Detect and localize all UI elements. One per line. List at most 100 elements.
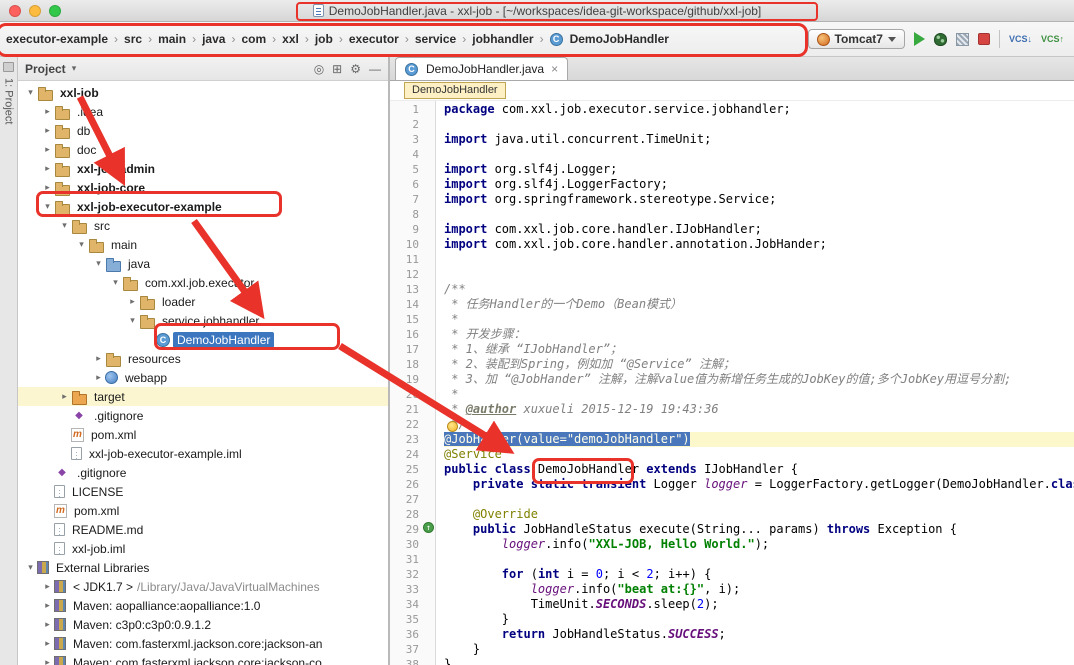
breadcrumb-item-jobhandler[interactable]: jobhandler: [468, 29, 537, 49]
code-editor[interactable]: 1234567891011121314151617181920212223242…: [390, 101, 1074, 665]
expand-arrow-icon[interactable]: ▸: [41, 581, 54, 592]
stop-button[interactable]: [978, 33, 990, 45]
tree-item-com-xxl-job-executor[interactable]: ▾com.xxl.job.executor: [18, 273, 388, 292]
coverage-button[interactable]: [956, 33, 969, 46]
tree-item-license[interactable]: LICENSE: [18, 482, 388, 501]
breadcrumb-item-service[interactable]: service: [411, 29, 460, 49]
folder-icon: [54, 162, 70, 176]
tree-item-java[interactable]: ▾java: [18, 254, 388, 273]
breadcrumb-class-chip[interactable]: DemoJobHandler: [404, 82, 506, 99]
hide-panel-icon[interactable]: —: [369, 63, 381, 75]
intention-bulb-icon[interactable]: [447, 421, 458, 432]
breadcrumb-item-demojobhandler[interactable]: CDemoJobHandler: [546, 29, 673, 49]
vcs-commit-button[interactable]: VCS↑: [1041, 34, 1064, 44]
breadcrumb-item-xxl[interactable]: xxl: [278, 29, 303, 49]
tree-item-label: .gitignore: [73, 465, 130, 481]
tree-item-external-libraries[interactable]: ▾External Libraries: [18, 558, 388, 577]
line-number: 1: [390, 102, 419, 117]
tree-item-loader[interactable]: ▸loader: [18, 292, 388, 311]
expand-arrow-icon[interactable]: ▸: [92, 353, 105, 364]
tree-item-label: webapp: [121, 370, 171, 386]
tree-item-xxl-job-admin[interactable]: ▸xxl-job-admin: [18, 159, 388, 178]
override-method-icon[interactable]: ↑: [423, 522, 434, 533]
collapse-arrow-icon[interactable]: ▾: [109, 277, 122, 288]
expand-arrow-icon[interactable]: ▸: [126, 296, 139, 307]
expand-arrow-icon[interactable]: ▸: [92, 372, 105, 383]
expand-arrow-icon[interactable]: ▸: [41, 619, 54, 630]
expand-arrow-icon[interactable]: ▸: [41, 163, 54, 174]
line-number: 27: [390, 492, 419, 507]
tree-item-resources[interactable]: ▸resources: [18, 349, 388, 368]
collapse-arrow-icon[interactable]: ▾: [58, 220, 71, 231]
zoom-button[interactable]: [49, 5, 61, 17]
expand-arrow-icon[interactable]: ▸: [41, 657, 54, 665]
tree-item-path: /Library/Java/JavaVirtualMachines: [137, 580, 320, 594]
expand-arrow-icon[interactable]: ▸: [41, 125, 54, 136]
tree-item-xxl-job-iml[interactable]: xxl-job.iml: [18, 539, 388, 558]
tree-item-maven-c3p0-c3p0-0-9-1-2[interactable]: ▸Maven: c3p0:c3p0:0.9.1.2: [18, 615, 388, 634]
expand-arrow-icon[interactable]: ▸: [41, 600, 54, 611]
tree-item-main[interactable]: ▾main: [18, 235, 388, 254]
vcs-update-button[interactable]: VCS↓: [1009, 34, 1032, 44]
tree-item-target[interactable]: ▸target: [18, 387, 388, 406]
tool-window-icon[interactable]: [3, 62, 14, 72]
tree-item-pom-xml[interactable]: mpom.xml: [18, 501, 388, 520]
chevron-down-icon[interactable]: ▾: [72, 63, 77, 74]
tree-item-xxl-job-executor-example[interactable]: ▾xxl-job-executor-example: [18, 197, 388, 216]
tree-item-doc[interactable]: ▸doc: [18, 140, 388, 159]
panel-title: Project: [25, 62, 66, 76]
tree-item-maven-aopalliance-aopalliance-1-0[interactable]: ▸Maven: aopalliance:aopalliance:1.0: [18, 596, 388, 615]
breadcrumb-item-java[interactable]: java: [198, 29, 229, 49]
tree-item-service-jobhandler[interactable]: ▾service.jobhandler: [18, 311, 388, 330]
collapse-arrow-icon[interactable]: ▾: [126, 315, 139, 326]
tree-item-gitignore[interactable]: ◆.gitignore: [18, 406, 388, 425]
tree-item-readme-md[interactable]: README.md: [18, 520, 388, 539]
expand-arrow-icon[interactable]: ▸: [41, 106, 54, 117]
tree-item-jdk1-7[interactable]: ▸< JDK1.7 > /Library/Java/JavaVirtualMac…: [18, 577, 388, 596]
tree-item-maven-com-fasterxml-jackson-core-jackson-co[interactable]: ▸Maven: com.fasterxml.jackson.core:jacks…: [18, 653, 388, 665]
tree-item-xxl-job[interactable]: ▾xxl-job: [18, 83, 388, 102]
debug-button[interactable]: [934, 33, 947, 46]
tree-item-maven-com-fasterxml-jackson-core-jackson-an[interactable]: ▸Maven: com.fasterxml.jackson.core:jacks…: [18, 634, 388, 653]
expand-arrow-icon[interactable]: ▸: [58, 391, 71, 402]
lib-icon: [54, 580, 66, 593]
run-configuration-selector[interactable]: Tomcat7: [808, 29, 905, 49]
run-button[interactable]: [914, 32, 925, 46]
expand-arrow-icon[interactable]: ▸: [41, 144, 54, 155]
project-tool-window-button[interactable]: 1: Project: [3, 78, 15, 124]
breadcrumb-item-src[interactable]: src: [120, 29, 146, 49]
tree-item-demojobhandler[interactable]: CDemoJobHandler: [18, 330, 388, 349]
tree-item-src[interactable]: ▾src: [18, 216, 388, 235]
maven-icon: m: [54, 504, 67, 518]
breadcrumb-item-executor-example[interactable]: executor-example: [2, 29, 112, 49]
collapse-all-icon[interactable]: ⊞: [332, 63, 342, 75]
breadcrumb-item-job[interactable]: job: [311, 29, 337, 49]
expand-arrow-icon[interactable]: ▸: [41, 638, 54, 649]
locate-icon[interactable]: ◎: [314, 63, 324, 75]
close-button[interactable]: [9, 5, 21, 17]
collapse-arrow-icon[interactable]: ▾: [41, 201, 54, 212]
breadcrumb-item-executor[interactable]: executor: [345, 29, 403, 49]
tree-item-pom-xml[interactable]: mpom.xml: [18, 425, 388, 444]
minimize-button[interactable]: [29, 5, 41, 17]
breadcrumb-item-com[interactable]: com: [237, 29, 270, 49]
gear-icon[interactable]: ⚙: [350, 63, 361, 75]
collapse-arrow-icon[interactable]: ▾: [75, 239, 88, 250]
collapse-arrow-icon[interactable]: ▾: [24, 87, 37, 98]
tree-item-label: xxl-job.iml: [68, 541, 129, 557]
collapse-arrow-icon[interactable]: ▾: [24, 562, 37, 573]
tree-item-idea[interactable]: ▸.idea: [18, 102, 388, 121]
close-tab-icon[interactable]: ×: [551, 62, 558, 76]
tab-demojobhandler[interactable]: C DemoJobHandler.java ×: [395, 57, 568, 80]
tree-item-webapp[interactable]: ▸ webapp: [18, 368, 388, 387]
line-number: 14: [390, 297, 419, 312]
window-controls: [9, 5, 61, 17]
expand-arrow-icon[interactable]: ▸: [41, 182, 54, 193]
tree-item-gitignore[interactable]: ◆.gitignore: [18, 463, 388, 482]
tree-item-xxl-job-executor-example-iml[interactable]: xxl-job-executor-example.iml: [18, 444, 388, 463]
collapse-arrow-icon[interactable]: ▾: [92, 258, 105, 269]
tree-item-db[interactable]: ▸db: [18, 121, 388, 140]
tree-item-xxl-job-core[interactable]: ▸xxl-job-core: [18, 178, 388, 197]
code-line-15: *: [444, 312, 1074, 327]
breadcrumb-item-main[interactable]: main: [154, 29, 190, 49]
